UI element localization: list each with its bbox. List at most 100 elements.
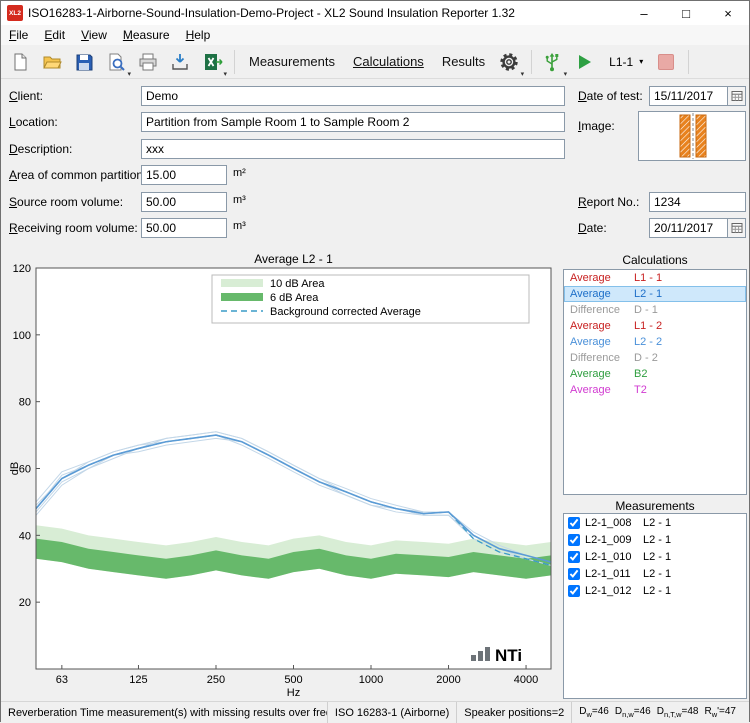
app-window: XL2 ISO16283-1-Airborne-Sound-Insulation… <box>0 0 750 722</box>
y-axis-label: dB <box>9 462 21 475</box>
calculations-list[interactable]: Average L1 - 1 Average L2 - 1 Difference… <box>563 269 747 495</box>
area-input[interactable] <box>141 165 227 185</box>
measurement-type: L2 - 1 <box>643 585 671 597</box>
excel-export-icon <box>202 52 223 72</box>
minimize-button[interactable]: – <box>623 1 665 25</box>
date-label: Date: <box>578 221 607 235</box>
measurement-item[interactable]: L2-1_011 L2 - 1 <box>564 565 746 582</box>
location-input[interactable] <box>141 112 565 132</box>
tab-results[interactable]: Results <box>433 50 494 73</box>
menu-file[interactable]: File <box>1 26 36 44</box>
stop-measurement-button[interactable] <box>651 48 681 76</box>
partition-drawing <box>640 113 744 159</box>
chevron-down-icon: ▾ <box>564 70 568 78</box>
calculation-type: Average <box>564 336 634 348</box>
svg-text:120: 120 <box>13 263 31 275</box>
svg-text:125: 125 <box>129 674 147 686</box>
toolbar-separator <box>688 50 689 74</box>
measurement-checkbox[interactable] <box>568 585 580 597</box>
calculation-item[interactable]: Average L1 - 1 <box>564 270 746 286</box>
image-label: Image: <box>578 119 615 133</box>
save-icon <box>74 52 94 72</box>
measurement-type: L2 - 1 <box>643 534 671 546</box>
save-button[interactable] <box>69 48 99 76</box>
settings-button[interactable]: ▾ <box>494 48 524 76</box>
window-title: ISO16283-1-Airborne-Sound-Insulation-Dem… <box>28 6 515 20</box>
calculation-item[interactable]: Average B2 <box>564 366 746 382</box>
calculation-item[interactable]: Difference D - 2 <box>564 350 746 366</box>
measurement-checkbox[interactable] <box>568 517 580 529</box>
date-of-test-input[interactable] <box>649 86 728 106</box>
calculation-item[interactable]: Average L2 - 2 <box>564 334 746 350</box>
maximize-button[interactable]: □ <box>665 1 707 25</box>
measurement-checkbox[interactable] <box>568 534 580 546</box>
close-button[interactable]: × <box>707 1 749 25</box>
tab-measurements[interactable]: Measurements <box>240 50 344 73</box>
menu-view[interactable]: View <box>73 26 115 44</box>
measurement-name: L2-1_008 <box>585 517 643 529</box>
measurement-checkbox[interactable] <box>568 551 580 563</box>
svg-text:80: 80 <box>19 397 31 409</box>
date-of-test-label: Date of test: <box>578 89 643 103</box>
measurement-item[interactable]: L2-1_008 L2 - 1 <box>564 514 746 531</box>
svg-text:40: 40 <box>19 530 31 542</box>
open-project-button[interactable] <box>37 48 67 76</box>
area-label: Area of common partition: <box>9 168 146 182</box>
partition-image[interactable] <box>638 111 746 161</box>
print-button[interactable] <box>133 48 163 76</box>
measurement-item[interactable]: L2-1_012 L2 - 1 <box>564 582 746 599</box>
svg-text:100: 100 <box>13 330 31 342</box>
calculation-name: D - 2 <box>634 352 658 364</box>
receiving-volume-input[interactable] <box>141 218 227 238</box>
date-calendar-button[interactable] <box>727 218 746 238</box>
measurements-title: Measurements <box>561 499 749 513</box>
calculation-item[interactable]: Average L2 - 1 <box>564 286 746 302</box>
svg-text:63: 63 <box>56 674 68 686</box>
client-input[interactable] <box>141 86 565 106</box>
chart-section: 2040608010012063125250500100020004000Hzd… <box>9 253 557 699</box>
usb-icon <box>542 51 562 73</box>
excel-export-button[interactable]: ▾ <box>197 48 227 76</box>
calculation-item[interactable]: Average L1 - 2 <box>564 318 746 334</box>
menu-help[interactable]: Help <box>178 26 219 44</box>
calculation-name: L2 - 1 <box>634 288 662 300</box>
chevron-down-icon: ▾ <box>127 70 131 78</box>
description-label: Description: <box>9 142 72 156</box>
calculation-type: Average <box>564 272 634 284</box>
chevron-down-icon: ▾ <box>639 57 643 66</box>
date-input[interactable] <box>649 218 728 238</box>
measurement-name: L2-1_011 <box>585 568 643 580</box>
measurement-item[interactable]: L2-1_009 L2 - 1 <box>564 531 746 548</box>
svg-text:500: 500 <box>284 674 302 686</box>
start-measurement-button[interactable] <box>569 48 599 76</box>
toolbar-separator <box>234 50 235 74</box>
date-of-test-calendar-button[interactable] <box>727 86 746 106</box>
measurement-item[interactable]: L2-1_010 L2 - 1 <box>564 548 746 565</box>
svg-text:4000: 4000 <box>514 674 538 686</box>
calculation-name: L2 - 2 <box>634 336 662 348</box>
menu-edit[interactable]: Edit <box>36 26 73 44</box>
chart-legend: 10 dB Area6 dB AreaBackground corrected … <box>212 275 529 323</box>
tab-calculations[interactable]: Calculations <box>344 50 433 73</box>
calculation-item[interactable]: Average T2 <box>564 382 746 398</box>
menu-measure[interactable]: Measure <box>115 26 178 44</box>
printer-icon <box>138 52 158 72</box>
preview-report-button[interactable]: ▾ <box>101 48 131 76</box>
report-no-input[interactable] <box>649 192 746 212</box>
description-input[interactable] <box>141 139 565 159</box>
import-measurements-button[interactable] <box>165 48 195 76</box>
measurements-list[interactable]: L2-1_008 L2 - 1 L2-1_009 L2 - 1 L2-1_010… <box>563 513 747 699</box>
location-label: Location: <box>9 115 58 129</box>
measurement-checkbox[interactable] <box>568 568 580 580</box>
level-selector[interactable]: L1-1 ▾ <box>605 52 647 72</box>
status-message: Reverberation Time measurement(s) with m… <box>1 707 327 719</box>
app-icon: XL2 <box>7 5 23 21</box>
usb-connect-button[interactable]: ▾ <box>537 48 567 76</box>
source-volume-input[interactable] <box>141 192 227 212</box>
status-bar: Reverberation Time measurement(s) with m… <box>1 701 749 723</box>
project-form: Client: Location: Description: Area of c… <box>1 79 749 253</box>
calculation-name: L1 - 1 <box>634 272 662 284</box>
calculation-item[interactable]: Difference D - 1 <box>564 302 746 318</box>
source-volume-label: Source room volume: <box>9 195 123 209</box>
new-project-button[interactable] <box>5 48 35 76</box>
